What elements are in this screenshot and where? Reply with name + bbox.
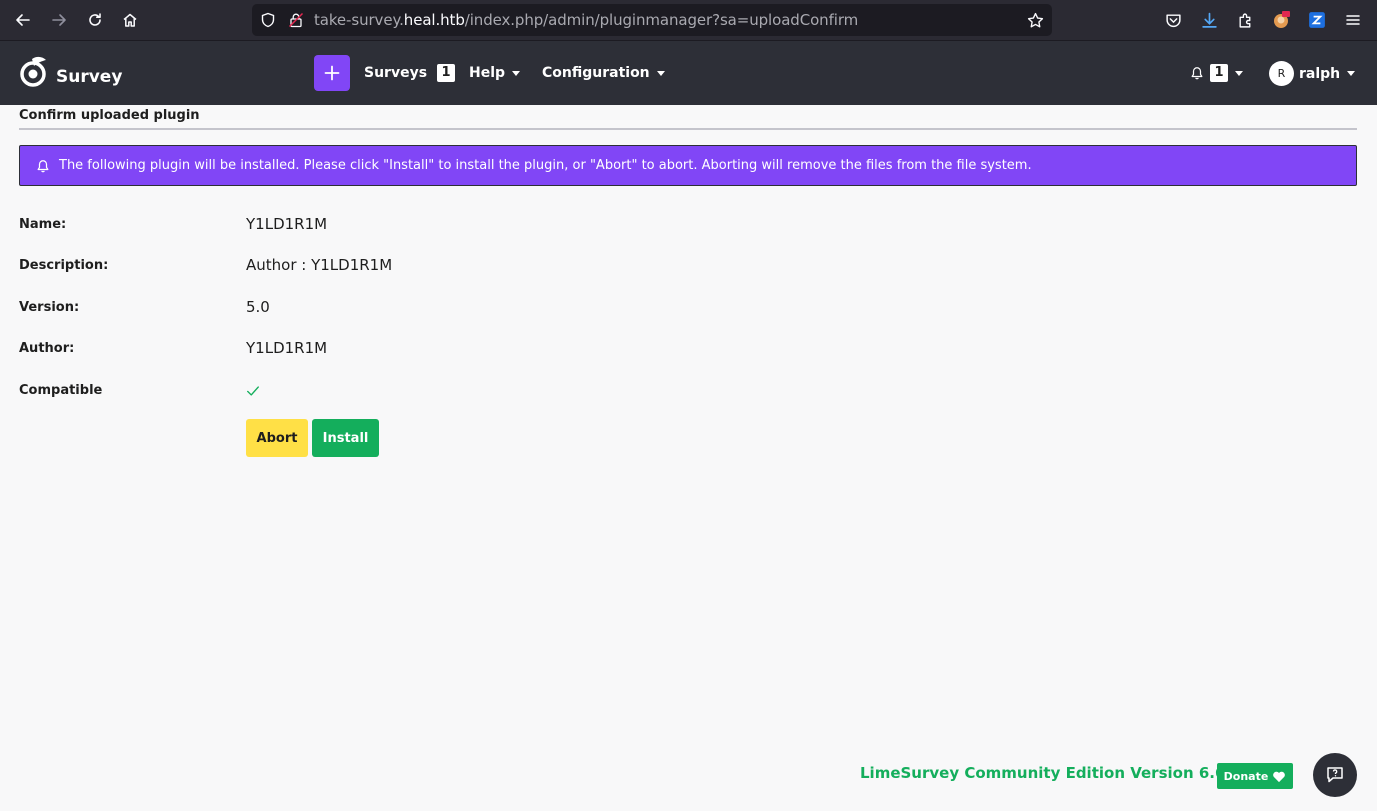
chevron-down-icon <box>1235 70 1243 76</box>
nav-help[interactable]: Help <box>469 63 521 83</box>
nav-configuration[interactable]: Configuration <box>542 63 665 83</box>
compatible-value <box>246 384 260 402</box>
name-value: Y1LD1R1M <box>246 215 328 233</box>
notifications-count-badge: 1 <box>1210 64 1228 82</box>
donate-label: Donate <box>1223 769 1269 783</box>
user-menu[interactable]: R ralph <box>1269 61 1356 86</box>
notifications-menu[interactable]: 1 <box>1190 63 1243 83</box>
url-host: heal.htb <box>403 11 465 29</box>
menu-icon[interactable] <box>1342 9 1364 31</box>
chevron-down-icon <box>656 70 665 76</box>
browser-toolbar: take-survey.heal.htb/index.php/admin/plu… <box>0 0 1377 41</box>
author-value: Y1LD1R1M <box>246 339 328 357</box>
info-alert: The following plugin will be installed. … <box>19 145 1357 186</box>
create-survey-button[interactable] <box>314 55 350 91</box>
url-bar[interactable]: take-survey.heal.htb/index.php/admin/plu… <box>252 4 1052 36</box>
alert-text: The following plugin will be installed. … <box>59 158 1032 173</box>
container-icon[interactable] <box>1306 9 1328 31</box>
back-icon[interactable] <box>9 6 37 34</box>
description-value: Author : Y1LD1R1M <box>246 256 393 274</box>
version-link[interactable]: LimeSurvey Community Edition Version 6.6… <box>860 764 1242 782</box>
bell-icon <box>1191 67 1203 80</box>
install-button[interactable]: Install <box>312 419 379 457</box>
avatar: R <box>1269 61 1294 86</box>
author-label: Author: <box>19 341 75 356</box>
chevron-down-icon <box>512 70 521 76</box>
forward-icon[interactable] <box>45 6 73 34</box>
nav-configuration-label: Configuration <box>542 65 650 81</box>
version-label: Version: <box>19 300 80 315</box>
name-label: Name: <box>19 217 67 232</box>
heart-icon <box>1273 771 1286 782</box>
donate-button[interactable]: Donate <box>1217 763 1293 789</box>
profile-icon[interactable] <box>1270 9 1292 31</box>
limesurvey-logo[interactable]: Survey <box>18 56 122 88</box>
extensions-icon[interactable] <box>1234 9 1256 31</box>
title-divider <box>19 128 1357 130</box>
bell-icon <box>36 159 50 173</box>
logo-text: Survey <box>56 67 123 87</box>
chevron-down-icon <box>1347 71 1356 76</box>
shield-icon[interactable] <box>260 12 276 32</box>
lime-logo-icon <box>20 56 46 87</box>
bookmark-star-icon[interactable] <box>1027 12 1044 33</box>
version-value: 5.0 <box>246 298 270 316</box>
check-icon <box>247 386 259 396</box>
nav-surveys[interactable]: Surveys 1 <box>364 63 456 83</box>
url-text[interactable]: take-survey.heal.htb/index.php/admin/plu… <box>314 4 858 36</box>
user-name: ralph <box>1299 65 1341 82</box>
description-label: Description: <box>19 258 109 273</box>
nav-surveys-label: Surveys <box>364 65 428 81</box>
app-navbar: Survey Surveys 1 Help Configuration 1 R … <box>0 41 1377 105</box>
plus-icon <box>324 65 340 81</box>
abort-button[interactable]: Abort <box>246 419 308 457</box>
reload-icon[interactable] <box>81 6 109 34</box>
nav-help-label: Help <box>469 65 506 81</box>
page-title: Confirm uploaded plugin <box>19 108 200 123</box>
feedback-button[interactable] <box>1313 753 1357 797</box>
home-icon[interactable] <box>116 6 144 34</box>
url-path: /index.php/admin/pluginmanager?sa=upload… <box>464 11 859 29</box>
insecure-lock-icon[interactable] <box>288 12 304 32</box>
url-prefix: take-survey. <box>314 11 404 29</box>
pocket-icon[interactable] <box>1162 9 1184 31</box>
surveys-count-badge: 1 <box>437 64 456 82</box>
download-icon[interactable] <box>1198 9 1220 31</box>
compatible-label: Compatible <box>19 383 103 398</box>
chat-icon <box>1327 767 1343 783</box>
